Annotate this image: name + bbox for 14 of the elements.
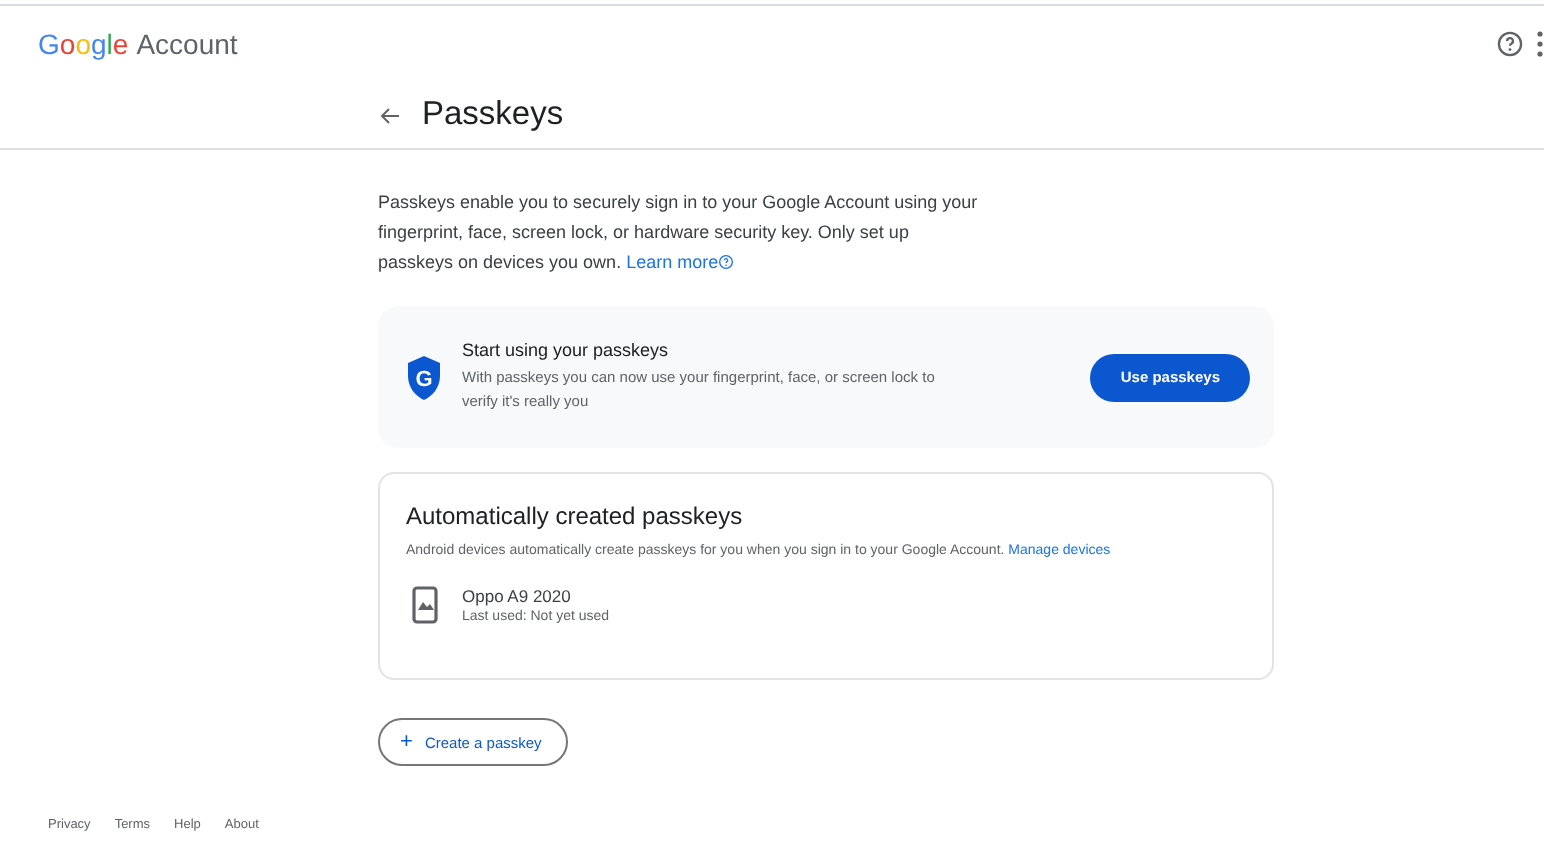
device-name: Oppo A9 2020 [462, 586, 573, 606]
phone-icon [412, 586, 438, 624]
shield-icon: G [406, 353, 442, 401]
back-arrow-icon[interactable] [378, 103, 402, 127]
more-options-icon[interactable] [1536, 30, 1544, 58]
help-icon[interactable] [1496, 30, 1524, 58]
product-name: Account [136, 28, 238, 60]
learn-more-link[interactable]: Learn more [626, 252, 719, 272]
help-icon [718, 254, 735, 270]
section-title: Automatically created passkeys [406, 502, 745, 530]
promo-title: Start using your passkeys [462, 340, 671, 360]
intro-text: Passkeys enable you to securely sign in to your Google Account using your fingerprint, face, screen lock, or hardware security key. Only set up passkeys on devices you own. Learn more [378, 190, 978, 276]
brand-logo: Google [38, 28, 129, 60]
page-title: Passkeys [422, 96, 564, 134]
